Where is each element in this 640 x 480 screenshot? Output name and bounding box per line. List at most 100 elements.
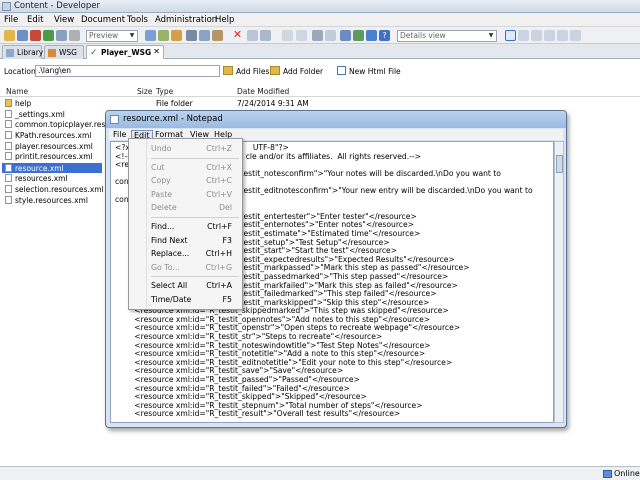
menu-item-label: Time/Date <box>151 295 192 304</box>
menu-document[interactable]: Document <box>81 15 125 25</box>
location-input[interactable]: .\lang\en <box>35 65 220 77</box>
column-name[interactable]: Name <box>6 87 28 96</box>
check-out-icon[interactable] <box>158 30 169 41</box>
refresh-icon[interactable] <box>353 30 364 41</box>
new-html-icon[interactable] <box>337 66 346 75</box>
add-files-button[interactable]: Add Files <box>236 67 269 76</box>
edit-menu-item-replace[interactable]: Replace... Ctrl+H <box>129 247 242 260</box>
edit-menu-item-paste[interactable]: Paste Ctrl+V <box>129 188 242 201</box>
find-icon[interactable] <box>312 30 323 41</box>
add-folder-button[interactable]: Add Folder <box>283 67 323 76</box>
edit-menu-item-undo[interactable]: Undo Ctrl+Z <box>129 142 242 155</box>
list-view-icon[interactable] <box>518 30 529 41</box>
menu-item-label: Delete <box>151 203 177 213</box>
edit-menu-item-find-next[interactable]: Find Next F3 <box>129 234 242 247</box>
new-html-button[interactable]: New Html File <box>349 67 401 76</box>
column-type[interactable]: Type <box>156 87 173 96</box>
cut-icon[interactable] <box>186 30 197 41</box>
column-date[interactable]: Date Modified <box>237 87 289 96</box>
menu-separator <box>151 217 239 218</box>
menu-tools[interactable]: Tools <box>127 15 148 25</box>
status-bar: Online <box>0 466 640 480</box>
menu-help[interactable]: Help <box>215 15 234 25</box>
status-text: Online <box>614 469 640 478</box>
tab-wsg[interactable]: WSG <box>44 45 84 59</box>
add-folder-icon[interactable] <box>270 66 280 75</box>
list-item-selected[interactable]: resource.xml <box>5 164 64 174</box>
redo-icon[interactable] <box>296 30 307 41</box>
file-icon <box>5 196 12 204</box>
menu-separator <box>151 276 239 278</box>
list-item[interactable]: _settings.xml <box>5 110 65 120</box>
folder-icon <box>5 99 12 107</box>
preview-icon[interactable] <box>43 30 54 41</box>
view-combo[interactable]: Details view ▼ <box>397 30 497 42</box>
edit-menu-item-find[interactable]: Find... Ctrl+F <box>129 220 242 233</box>
tab-wsg-label: WSG <box>59 48 77 57</box>
file-icon <box>5 142 12 150</box>
menu-edit[interactable]: Edit <box>27 15 43 25</box>
menu-view[interactable]: View <box>54 15 74 25</box>
properties-icon[interactable] <box>56 30 67 41</box>
file-name: _settings.xml <box>15 110 65 119</box>
list-item[interactable]: resources.xml <box>5 174 68 184</box>
menu-item-shortcut: Ctrl+Z <box>206 144 232 153</box>
help-icon[interactable]: ? <box>379 30 390 41</box>
tab-player-wsg[interactable]: ✓ Player_WSG ✕ <box>86 45 164 59</box>
edit-menu-item-cut[interactable]: Cut Ctrl+X <box>129 161 242 174</box>
filter-icon[interactable] <box>366 30 377 41</box>
check-in-icon[interactable] <box>145 30 156 41</box>
edit-menu-item-delete[interactable]: Delete Del <box>129 201 242 214</box>
file-name: common.topicplayer.reso... <box>15 120 117 129</box>
notepad-menu-file[interactable]: File <box>111 130 128 139</box>
edit-menu-item-go-to[interactable]: Go To... Ctrl+G <box>129 261 242 274</box>
add-files-icon[interactable] <box>223 66 233 75</box>
notepad-vertical-scrollbar[interactable] <box>554 141 564 423</box>
delete-icon[interactable]: ✕ <box>232 29 243 41</box>
list-item[interactable]: help <box>5 99 31 109</box>
edit-menu-item-select-all[interactable]: Select All Ctrl+A <box>129 279 242 292</box>
list-item[interactable]: common.topicplayer.reso... <box>5 120 117 130</box>
edit-menu-item-time-date[interactable]: Time/Date F5 <box>129 293 242 306</box>
copy-icon[interactable] <box>199 30 210 41</box>
split-view-icon[interactable] <box>544 30 555 41</box>
list-item[interactable]: printit.resources.xml <box>5 152 93 162</box>
details-view-icon[interactable] <box>505 30 516 41</box>
tab-library[interactable]: Library <box>2 45 43 59</box>
list-item[interactable]: KPath.resources.xml <box>5 131 91 141</box>
panel-icon[interactable] <box>570 30 581 41</box>
list-item[interactable]: player.resources.xml <box>5 142 93 152</box>
rename-icon[interactable] <box>247 30 258 41</box>
notepad-titlebar[interactable]: resource.xml - Notepad <box>106 111 566 128</box>
close-tab-icon[interactable]: ✕ <box>153 47 160 56</box>
menu-item-shortcut: Ctrl+V <box>206 189 232 199</box>
edit-menu-item-copy[interactable]: Copy Ctrl+C <box>129 174 242 187</box>
menu-item-shortcut: Ctrl+F <box>207 222 232 231</box>
undo-icon[interactable] <box>282 30 293 41</box>
folder-icon[interactable] <box>171 30 182 41</box>
publish-icon[interactable] <box>30 30 41 41</box>
menu-administration[interactable]: Administration <box>155 15 217 25</box>
save-icon[interactable] <box>17 30 28 41</box>
scrollbar-thumb[interactable] <box>556 155 563 173</box>
menu-separator <box>151 157 239 159</box>
mode-combo[interactable]: Preview ▼ <box>86 30 138 42</box>
chevron-down-icon: ▼ <box>129 32 135 39</box>
file-icon <box>5 152 12 160</box>
paste-icon[interactable] <box>212 30 223 41</box>
location-label: Location: <box>4 67 39 76</box>
tree-view-icon[interactable] <box>531 30 542 41</box>
main-menubar: File Edit View Document Tools Administra… <box>0 13 640 27</box>
status-icon[interactable] <box>340 30 351 41</box>
column-size[interactable]: Size <box>137 87 152 96</box>
menu-file[interactable]: File <box>4 15 18 25</box>
export-icon[interactable] <box>260 30 271 41</box>
app-titlebar: Content - Developer <box>0 0 640 13</box>
menu-item-label: Replace... <box>151 249 190 259</box>
split-view-vertical-icon[interactable] <box>557 30 568 41</box>
list-item[interactable]: selection.resources.xml <box>5 185 104 195</box>
list-item[interactable]: style.resources.xml <box>5 196 88 206</box>
link-icon[interactable] <box>325 30 336 41</box>
options-icon[interactable] <box>69 30 80 41</box>
open-icon[interactable] <box>4 30 15 41</box>
